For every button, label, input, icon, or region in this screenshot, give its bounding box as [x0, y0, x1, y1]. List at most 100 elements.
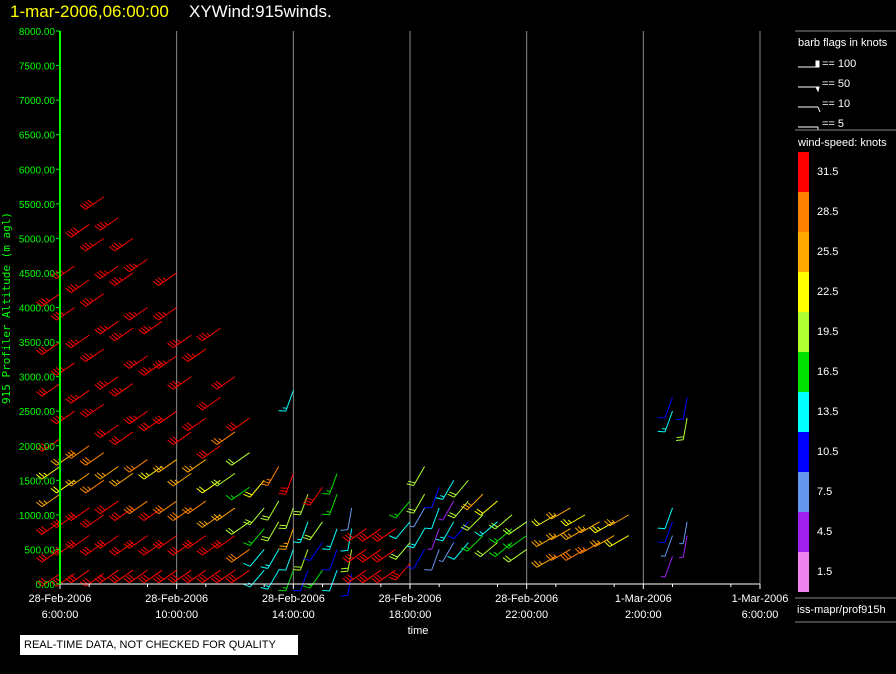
x-tick-label-time: 14:00:00 [272, 609, 315, 621]
barb-staff [100, 535, 119, 549]
wind-barb [574, 542, 600, 554]
barb-staff [129, 410, 148, 425]
barb-feather [304, 534, 312, 538]
barb-staff [70, 390, 90, 404]
x-tick-label-date: 1-Mar-2006 [615, 593, 672, 605]
wind-barb [293, 521, 309, 543]
wind-barb [123, 258, 148, 273]
wind-barb [181, 569, 207, 584]
barb-staff [202, 445, 221, 459]
barb-feather [294, 566, 302, 568]
y-tick-label: 5500.00 [19, 200, 56, 211]
barb-staff [100, 320, 119, 335]
barb-staff [187, 459, 207, 473]
wind-barb [79, 403, 105, 418]
colorbar-swatch [798, 512, 809, 552]
colorbar-swatch [798, 472, 809, 512]
barb-staff [309, 486, 323, 506]
colorbar-label: 16.5 [817, 366, 838, 378]
wind-barb [167, 431, 192, 445]
barb-staff [480, 542, 498, 558]
barb-feather [424, 569, 432, 571]
barb-staff [467, 493, 484, 511]
x-tick-label-time: 10:00:00 [155, 609, 198, 621]
wind-barb [447, 500, 469, 519]
wind-barb [152, 535, 177, 549]
x-tick-label-date: 28-Feb-2006 [379, 593, 442, 605]
wind-barb [94, 424, 119, 439]
barb-feather [675, 439, 684, 442]
barb-feather [294, 510, 302, 513]
barb-legend-item [798, 106, 821, 113]
barb-legend-title: barb flags in knots [798, 37, 888, 49]
wind-barb [94, 265, 119, 280]
barb-staff [129, 355, 148, 369]
barb-staff [85, 237, 105, 252]
wind-barb [502, 521, 527, 535]
wind-barb [94, 535, 119, 549]
barb-staff [202, 396, 221, 411]
barb-half-feather [60, 415, 65, 420]
wind-barb [36, 493, 61, 508]
barb-staff [114, 272, 134, 286]
wind-barb [322, 528, 338, 550]
barb-half-feather [43, 472, 48, 477]
colorbar-label: 25.5 [817, 246, 838, 258]
wind-barb [260, 521, 280, 542]
barb-legend-label: == 50 [822, 78, 850, 90]
wind-barb [389, 521, 411, 540]
barb-half-feather [133, 360, 138, 364]
barb-feather [279, 490, 287, 492]
barb-feather [243, 493, 251, 498]
barb-half-feather [206, 332, 211, 337]
barb-staff [377, 549, 396, 563]
colorbar-swatch [798, 152, 809, 192]
barb-feather [435, 538, 443, 542]
barb-staff [172, 376, 192, 390]
barb-half-feather [89, 408, 94, 413]
wind-barb [260, 500, 280, 521]
barb-staff [70, 507, 90, 521]
wind-barb [94, 500, 119, 515]
wind-barb [278, 528, 294, 550]
barb-legend-item [798, 86, 820, 93]
barb-half-feather [89, 353, 94, 357]
wind-barb [181, 417, 207, 432]
barb-feather [675, 418, 684, 421]
barb-staff [41, 493, 61, 508]
barb-half-feather [104, 270, 109, 274]
barb-staff [70, 445, 90, 459]
barb-half-feather [265, 564, 270, 567]
barb-feather [260, 483, 268, 487]
wind-barb [260, 466, 280, 487]
barb-half-feather [538, 540, 543, 544]
barb-staff [285, 473, 294, 495]
wind-barb [94, 217, 119, 231]
colorbar-swatch [798, 432, 809, 472]
quality-note: REAL-TIME DATA, NOT CHECKED FOR QUALITY [20, 635, 298, 655]
barb-staff [114, 507, 134, 521]
wind-barb [322, 493, 338, 516]
barb-staff [172, 542, 192, 556]
wind-barb [108, 431, 134, 445]
barb-feather [278, 527, 286, 530]
wind-barb [167, 472, 192, 487]
wind-barb [560, 549, 586, 561]
barb-staff [158, 410, 177, 425]
wind-barb [65, 279, 90, 293]
barb-staff [143, 320, 163, 335]
wind-barb [389, 500, 411, 519]
barb-feather [389, 514, 397, 519]
y-tick-label: 2500.00 [19, 407, 56, 418]
barb-staff [395, 542, 411, 560]
barb-feather [302, 585, 311, 589]
barb-staff [267, 569, 280, 590]
barb-half-feather [145, 472, 150, 477]
barb-staff [216, 431, 236, 445]
barb-half-feather [467, 502, 472, 506]
barb-staff [202, 327, 221, 342]
barb-feather [243, 542, 251, 547]
barb-half-feather [60, 311, 65, 316]
wind-barb [211, 376, 236, 390]
wind-barb [152, 500, 177, 515]
